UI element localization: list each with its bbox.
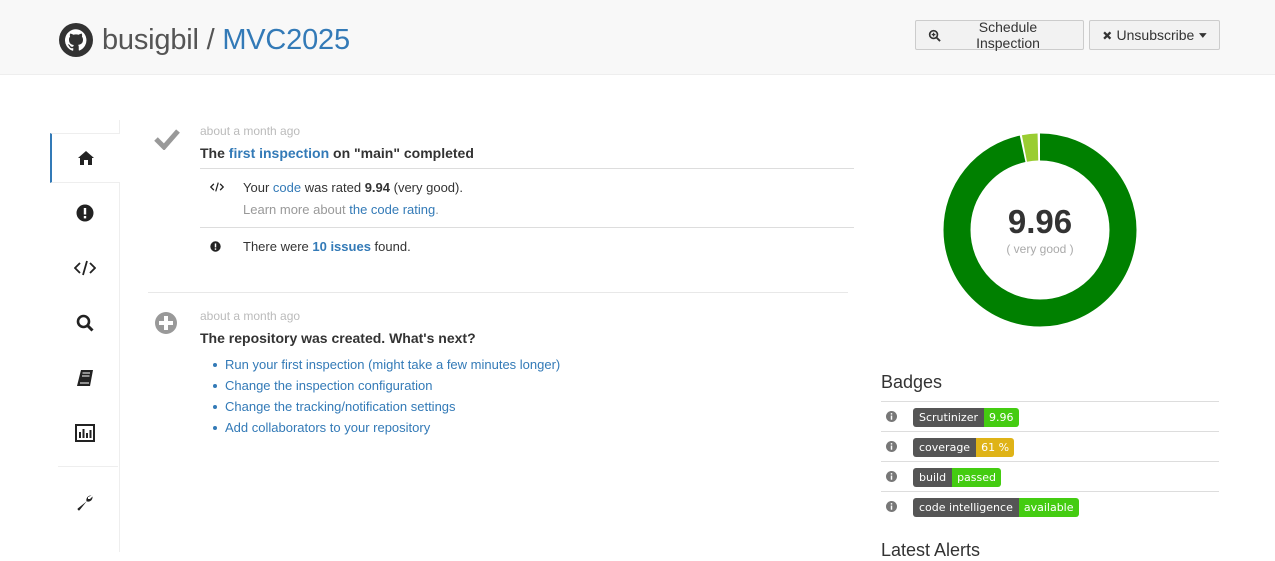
- close-icon: [1103, 31, 1112, 39]
- repo-name[interactable]: MVC2025: [222, 24, 350, 56]
- home-icon: [78, 151, 94, 165]
- code-icon: [210, 182, 224, 192]
- unsubscribe-label: Unsubscribe: [1116, 27, 1195, 43]
- learn-more-suffix: .: [435, 202, 439, 217]
- caret-down-icon: [1199, 32, 1207, 38]
- schedule-inspection-button[interactable]: Schedule Inspection: [915, 19, 1084, 51]
- badge-row: build passed: [881, 462, 1219, 492]
- issues-icon: [76, 204, 94, 222]
- event-timestamp: about a month ago: [200, 124, 301, 138]
- bullet: [213, 383, 217, 388]
- rating-prefix: Your: [243, 180, 273, 195]
- badges-heading: Badges: [881, 372, 943, 392]
- first-inspection-link[interactable]: first inspection: [229, 145, 329, 161]
- badge-label: Scrutinizer: [913, 408, 984, 427]
- rating-value: 9.94: [364, 180, 390, 195]
- zoom-in-icon: [928, 29, 941, 42]
- code-rating-link[interactable]: the code rating: [349, 202, 435, 217]
- badge-row: code intelligence available: [881, 492, 1219, 522]
- next-step-link[interactable]: Change the tracking/notification setting…: [225, 399, 456, 414]
- badges-list: Scrutinizer 9.96 coverage 61 % build passed…: [881, 401, 1219, 522]
- rating-suffix: (very good).: [390, 180, 463, 195]
- wrench-icon: [77, 495, 93, 511]
- list-item: Add collaborators to your repository: [200, 417, 560, 438]
- bullet: [213, 362, 217, 367]
- build-badge[interactable]: build passed: [913, 468, 1001, 487]
- book-icon: [77, 370, 93, 386]
- info-icon[interactable]: [886, 441, 897, 452]
- badge-label: code intelligence: [913, 498, 1019, 517]
- code-rating-row: Your code was rated 9.94 (very good). Le…: [200, 168, 854, 228]
- sidebar-nav: [50, 120, 120, 552]
- badge-value: passed: [952, 468, 1001, 487]
- code-rating-learn-more: Learn more about the code rating.: [243, 202, 439, 217]
- rating-middle: was rated: [301, 180, 365, 195]
- repo-owner[interactable]: busigbil: [102, 24, 199, 56]
- issues-suffix: found.: [370, 239, 411, 254]
- bullet: [213, 404, 217, 409]
- latest-alerts-heading: Latest Alerts: [881, 540, 981, 560]
- issues-text: There were 10 issues found.: [243, 239, 411, 254]
- score-value: 9.96: [1007, 203, 1073, 240]
- plus-circle-icon: [155, 312, 177, 334]
- info-icon[interactable]: [886, 471, 897, 482]
- info-icon[interactable]: [886, 411, 897, 422]
- code-intelligence-badge[interactable]: code intelligence available: [913, 498, 1079, 517]
- list-item: Run your first inspection (might take a …: [200, 354, 560, 375]
- sidebar-item-settings[interactable]: [50, 478, 120, 528]
- list-item: Change the tracking/notification setting…: [200, 396, 560, 417]
- search-icon: [76, 314, 94, 332]
- check-icon: [154, 129, 180, 150]
- code-rating-text: Your code was rated 9.94 (very good).: [243, 180, 463, 195]
- bullet: [213, 425, 217, 430]
- timeline-divider: [148, 292, 848, 293]
- repo-brand: busigbil / MVC2025: [59, 20, 350, 60]
- sidebar-item-home[interactable]: [50, 133, 120, 183]
- badge-value: 61 %: [976, 438, 1015, 457]
- event-timestamp: about a month ago: [200, 309, 301, 323]
- sidebar-item-code[interactable]: [50, 243, 120, 293]
- next-step-link[interactable]: Change the inspection configuration: [225, 378, 432, 393]
- code-link[interactable]: code: [273, 180, 301, 195]
- sidebar-item-search[interactable]: [50, 298, 120, 348]
- event-title: The repository was created. What's next?: [200, 330, 476, 346]
- next-step-link[interactable]: Add collaborators to your repository: [225, 420, 430, 435]
- event-title-text: The: [200, 145, 229, 161]
- list-item: Change the inspection configuration: [200, 375, 560, 396]
- unsubscribe-button[interactable]: Unsubscribe: [1089, 20, 1220, 50]
- event-title-suffix: on "main" completed: [329, 145, 474, 161]
- score-label: ( very good ): [1006, 242, 1074, 256]
- sidebar-item-docs[interactable]: [50, 353, 120, 403]
- scrutinizer-badge[interactable]: Scrutinizer 9.96: [913, 408, 1019, 427]
- learn-more-prefix: Learn more about: [243, 202, 350, 217]
- issues-prefix: There were: [243, 239, 313, 254]
- schedule-inspection-label: Schedule Inspection: [976, 19, 1040, 51]
- badge-label: coverage: [913, 438, 977, 457]
- sidebar-item-statistics[interactable]: [50, 408, 120, 458]
- badge-value: 9.96: [984, 408, 1019, 427]
- next-step-link[interactable]: Run your first inspection (might take a …: [225, 357, 560, 372]
- badge-value: available: [1018, 498, 1079, 517]
- exclamation-icon: [210, 241, 221, 252]
- badge-label: build: [913, 468, 953, 487]
- top-bar: busigbil / MVC2025 Schedule Inspection U…: [0, 0, 1275, 75]
- info-icon[interactable]: [886, 501, 897, 512]
- next-steps-list: Run your first inspection (might take a …: [200, 354, 560, 438]
- issues-row: There were 10 issues found.: [200, 227, 854, 267]
- chart-icon: [75, 424, 95, 442]
- issues-link[interactable]: 10 issues: [312, 239, 371, 254]
- coverage-badge[interactable]: coverage 61 %: [913, 438, 1015, 457]
- badge-row: coverage 61 %: [881, 432, 1219, 462]
- repo-separator: /: [198, 23, 223, 56]
- code-icon: [74, 260, 96, 276]
- sidebar-divider: [58, 466, 118, 467]
- github-icon: [59, 23, 93, 57]
- sidebar-item-issues[interactable]: [50, 188, 120, 238]
- badge-row: Scrutinizer 9.96: [881, 402, 1219, 432]
- event-title: The first inspection on "main" completed: [200, 145, 474, 161]
